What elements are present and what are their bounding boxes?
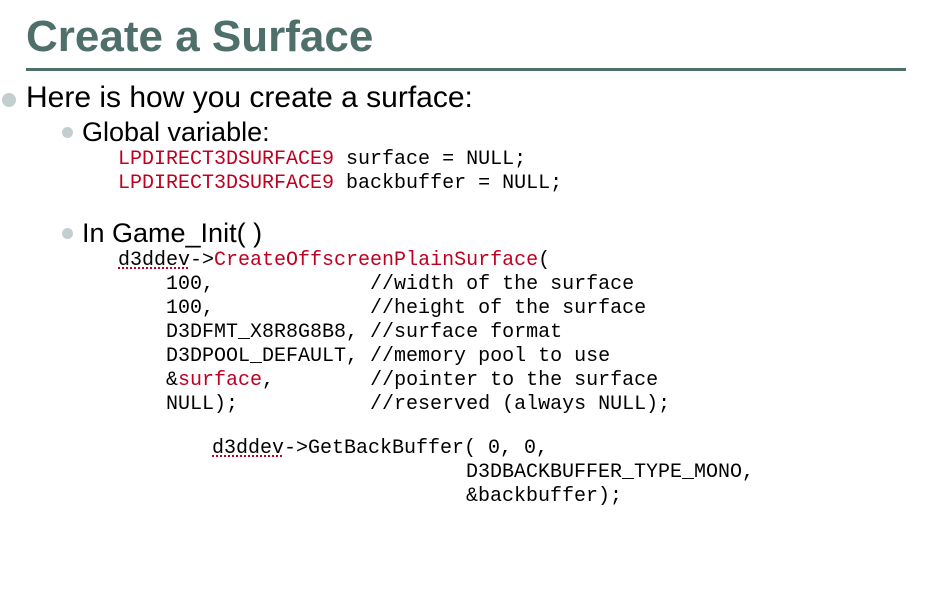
bullet-level-1-gameinit: In Game_Init( ) [62,218,906,249]
code-type: LPDIRECT3DSURFACE9 [118,148,334,171]
code-comment: //reserved (always NULL); [370,393,670,416]
code-object: d3ddev [118,249,190,272]
code-arg-pre: & [118,369,178,392]
code-arg: 100, [118,273,370,296]
bullet-level-0: Here is how you create a surface: [2,81,906,115]
code-comment: //surface format [370,321,562,344]
code-arg: D3DPOOL_DEFAULT, [118,345,370,368]
code-rest: surface = NULL; [334,148,526,171]
bullet-level-1-text: Global variable: [82,117,270,148]
code-getbackbuffer-line3: &backbuffer); [466,485,906,509]
code-comment: //height of the surface [370,297,646,320]
code-arg: 100, [118,297,370,320]
bullet-dot-icon [2,93,16,107]
code-comment: //memory pool to use [370,345,610,368]
title-underline [26,68,906,71]
slide: Create a Surface Here is how you create … [0,0,932,604]
bullet-level-1-global: Global variable: [62,117,906,148]
code-type: LPDIRECT3DSURFACE9 [118,172,334,195]
code-rest: ->GetBackBuffer( 0, 0, [284,437,548,460]
bullet-dot-icon [62,127,73,138]
code-open-paren: ( [538,249,550,272]
code-comment: //width of the surface [370,273,634,296]
spacer [26,417,906,437]
bullet-level-1-text: In Game_Init( ) [82,218,262,249]
code-create-surface: d3ddev->CreateOffscreenPlainSurface( 100… [118,249,906,417]
code-getbackbuffer-line2: D3DBACKBUFFER_TYPE_MONO, [466,461,906,485]
code-comment: //pointer to the surface [370,369,658,392]
code-arrow: -> [190,249,214,272]
bullet-dot-icon [62,228,73,239]
code-rest: backbuffer = NULL; [334,172,562,195]
spacer [26,196,906,216]
code-arg-name: surface [178,369,262,392]
code-getbackbuffer-line1: d3ddev->GetBackBuffer( 0, 0, [212,437,906,461]
code-arg-post: , [262,369,370,392]
code-global-vars: LPDIRECT3DSURFACE9 surface = NULL; LPDIR… [118,148,906,196]
slide-title: Create a Surface [26,12,906,62]
code-object: d3ddev [212,437,284,460]
bullet-level-0-text: Here is how you create a surface: [26,81,473,115]
code-method: CreateOffscreenPlainSurface [214,249,538,272]
code-arg: D3DFMT_X8R8G8B8, [118,321,370,344]
code-arg: NULL); [118,393,370,416]
